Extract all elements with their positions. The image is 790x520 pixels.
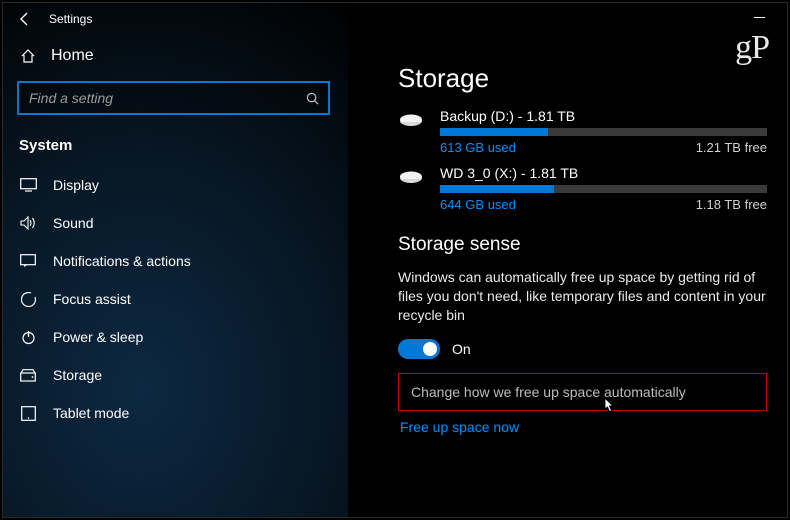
nav-label: Notifications & actions bbox=[53, 253, 191, 269]
drive-free: 1.18 TB free bbox=[696, 197, 767, 212]
link-label: Change how we free up space automaticall… bbox=[411, 384, 686, 400]
power-icon bbox=[19, 330, 37, 345]
sidebar-item-power-sleep[interactable]: Power & sleep bbox=[3, 318, 348, 356]
titlebar-left: Settings bbox=[3, 3, 348, 35]
drive-name: WD 3_0 (X:) - 1.81 TB bbox=[440, 165, 767, 181]
usage-bar bbox=[440, 128, 767, 136]
nav-label: Display bbox=[53, 177, 99, 193]
sidebar-nav: Display Sound Notifications & actions Fo… bbox=[3, 166, 348, 432]
storage-sense-description: Windows can automatically free up space … bbox=[398, 268, 767, 325]
arrow-left-icon bbox=[17, 11, 33, 27]
drive-row[interactable]: WD 3_0 (X:) - 1.81 TB 644 GB used 1.18 T… bbox=[398, 165, 767, 212]
toggle-knob bbox=[423, 342, 437, 356]
nav-label: Storage bbox=[53, 367, 102, 383]
drive-used[interactable]: 613 GB used bbox=[440, 140, 516, 155]
sidebar: Settings Home System Display Sound bbox=[3, 3, 348, 517]
sidebar-item-sound[interactable]: Sound bbox=[3, 204, 348, 242]
nav-label: Focus assist bbox=[53, 291, 131, 307]
minimize-icon bbox=[754, 12, 765, 23]
search-icon bbox=[305, 91, 320, 106]
sidebar-home[interactable]: Home bbox=[3, 35, 348, 75]
back-button[interactable] bbox=[9, 3, 41, 35]
drive-used[interactable]: 644 GB used bbox=[440, 197, 516, 212]
notifications-icon bbox=[19, 254, 37, 268]
sidebar-item-display[interactable]: Display bbox=[3, 166, 348, 204]
watermark: gP bbox=[735, 29, 769, 67]
sidebar-item-focus-assist[interactable]: Focus assist bbox=[3, 280, 348, 318]
nav-label: Tablet mode bbox=[53, 405, 129, 421]
nav-label: Sound bbox=[53, 215, 93, 231]
storage-sense-toggle[interactable] bbox=[398, 339, 440, 359]
sidebar-item-storage[interactable]: Storage bbox=[3, 356, 348, 394]
drive-free: 1.21 TB free bbox=[696, 140, 767, 155]
toggle-state-label: On bbox=[452, 341, 471, 357]
titlebar-right bbox=[348, 3, 787, 35]
sidebar-home-label: Home bbox=[51, 47, 94, 65]
free-up-now-link[interactable]: Free up space now bbox=[400, 419, 767, 435]
focus-assist-icon bbox=[19, 292, 37, 307]
drive-icon bbox=[398, 165, 424, 212]
storage-icon bbox=[19, 369, 37, 382]
home-icon bbox=[19, 48, 37, 64]
nav-label: Power & sleep bbox=[53, 329, 143, 345]
sound-icon bbox=[19, 216, 37, 230]
sidebar-category: System bbox=[3, 129, 348, 166]
page-title: Storage bbox=[398, 63, 767, 94]
sidebar-item-tablet-mode[interactable]: Tablet mode bbox=[3, 394, 348, 432]
minimize-button[interactable] bbox=[737, 3, 781, 31]
drive-name: Backup (D:) - 1.81 TB bbox=[440, 108, 767, 124]
usage-bar bbox=[440, 185, 767, 193]
display-icon bbox=[19, 178, 37, 192]
sidebar-item-notifications[interactable]: Notifications & actions bbox=[3, 242, 348, 280]
usage-bar-fill bbox=[440, 185, 554, 193]
app-title: Settings bbox=[49, 12, 92, 26]
drive-row[interactable]: Backup (D:) - 1.81 TB 613 GB used 1.21 T… bbox=[398, 108, 767, 155]
search-box[interactable] bbox=[17, 81, 330, 115]
change-free-up-link[interactable]: Change how we free up space automaticall… bbox=[398, 373, 767, 411]
tablet-icon bbox=[19, 406, 37, 421]
usage-bar-fill bbox=[440, 128, 548, 136]
content-pane: gP Storage Backup (D:) - 1.81 TB 613 GB … bbox=[348, 3, 787, 517]
drive-icon bbox=[398, 108, 424, 155]
section-title-storage-sense: Storage sense bbox=[398, 234, 767, 256]
search-input[interactable] bbox=[29, 90, 305, 106]
